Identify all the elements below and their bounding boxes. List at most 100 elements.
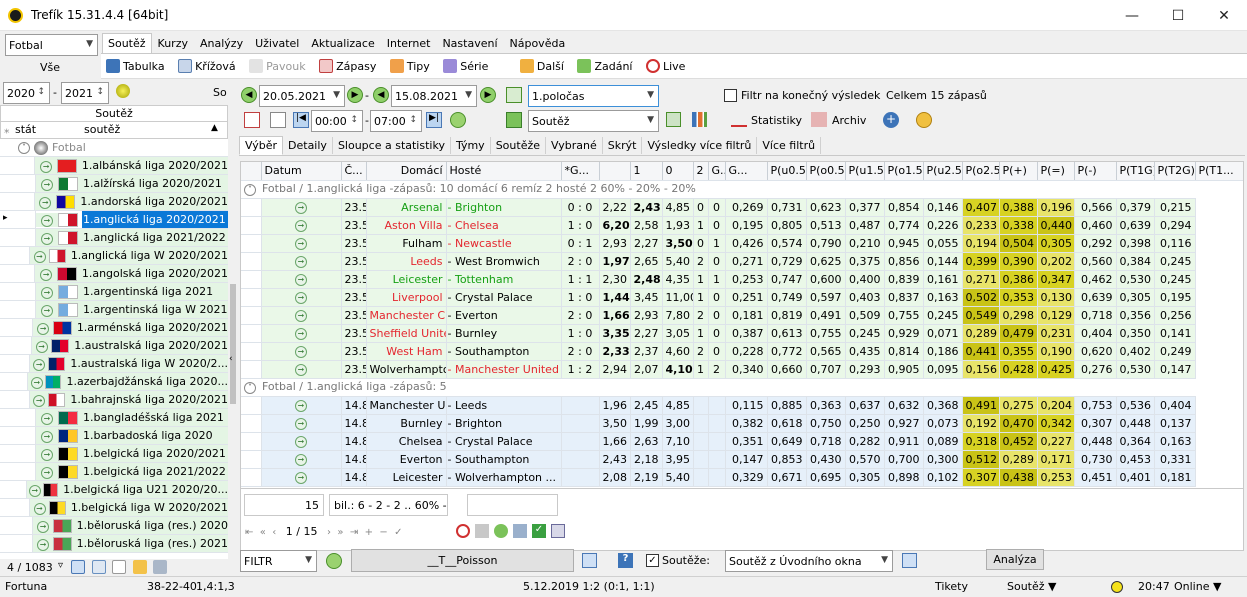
collapse-icon[interactable]: ˅ [244, 382, 256, 394]
status-bookmaker[interactable]: Fortuna [5, 580, 47, 593]
column-header[interactable]: P(u0.5) [767, 162, 807, 181]
close-button[interactable]: ✕ [1201, 0, 1247, 31]
next-date2-button[interactable]: ▶ [480, 87, 496, 103]
league-row[interactable]: ➞ 1.argentinská liga W 2021 [0, 301, 228, 319]
collapse-icon[interactable]: ˅ [244, 184, 256, 196]
tab-souteze[interactable]: Soutěže [491, 137, 547, 154]
league-status-icon[interactable]: ➞ [41, 214, 53, 227]
confirm-filter-icon[interactable] [326, 553, 342, 569]
league-status-icon[interactable]: ➞ [33, 502, 46, 515]
year-from-spinner[interactable]: 2020 ↕ [3, 82, 50, 104]
souteze-checkbox[interactable]: ✓ [646, 554, 659, 567]
league-row[interactable]: ➞ 1.australská liga W 2020/2... [0, 355, 228, 373]
next-page-icon[interactable]: » [337, 527, 343, 538]
column-header[interactable]: P(o0.5) [806, 162, 846, 181]
sport-select[interactable]: Fotbal ▼ [5, 34, 98, 56]
league-row[interactable]: ➞ 1.belgická liga 2020/2021 [0, 445, 228, 463]
league-row[interactable]: ➞ 1.běloruská liga (res.) 2020 [0, 517, 228, 535]
poisson-button[interactable]: __T__Poisson [351, 549, 574, 572]
match-row[interactable]: ➞ 23.5.21 17:00Leeds- West Bromwich 2 : 01… [241, 252, 1243, 271]
league-row[interactable]: ➞ 1.bahrajnská liga 2020/2021 [0, 391, 228, 409]
league-status-icon[interactable]: ➞ [41, 178, 53, 191]
league-row[interactable]: ➞ 1.australská liga 2020/2021 [0, 337, 228, 355]
statistics-button[interactable]: Statistiky [751, 114, 802, 127]
dalsi-button[interactable]: Další [519, 59, 564, 73]
money-icon[interactable] [506, 112, 522, 128]
match-row[interactable]: ➞ 14.8.21 16:00Chelsea- Crystal Palace 1,6… [241, 432, 1243, 451]
menu-napoveda[interactable]: Nápověda [504, 33, 572, 54]
league-row[interactable]: ➞ 1.barbadoská liga 2020 [0, 427, 228, 445]
last-page-icon[interactable]: ⇥ [350, 527, 358, 538]
next-date-button[interactable]: ▶ [347, 87, 363, 103]
insert2-icon[interactable] [902, 553, 917, 568]
calendar-icon[interactable] [244, 112, 260, 128]
league-status-icon[interactable]: ➞ [33, 250, 46, 263]
column-soutez[interactable]: soutěž [84, 123, 120, 136]
ok-icon[interactable]: ✓ [532, 524, 546, 538]
league-row[interactable]: ➞ 1.alžírská liga 2020/2021 [0, 175, 228, 193]
league-row[interactable]: ➞ 1.andorská liga 2020/2021 [0, 193, 228, 211]
menu-nastaveni[interactable]: Nastavení [436, 33, 503, 54]
time-from-spinner[interactable]: 00:00 ↕ [311, 110, 363, 132]
table-search-icon[interactable] [551, 524, 565, 538]
league-status-icon[interactable]: ➞ [37, 538, 50, 551]
tipy-button[interactable]: Tipy [389, 59, 430, 73]
help-icon[interactable]: ? [618, 553, 633, 568]
bar-chart-icon[interactable] [692, 112, 707, 127]
column-header[interactable]: P(u1.5) [845, 162, 885, 181]
column-header[interactable]: G... [725, 162, 768, 181]
next-icon[interactable]: › [327, 527, 331, 538]
period-select[interactable]: 1.poločas ▼ [528, 85, 659, 107]
match-status-icon[interactable]: ➞ [295, 274, 307, 286]
add-row-icon[interactable]: + [365, 527, 373, 538]
group-row[interactable]: ˅ Fotbal / 1.anglická liga -zápasů: 5 [241, 378, 1243, 397]
tabulka-button[interactable]: Tabulka [106, 59, 165, 73]
zapasy-button[interactable]: Zápasy [319, 59, 376, 73]
tab-tymy[interactable]: Týmy [451, 137, 491, 154]
league-status-icon[interactable]: ➞ [30, 376, 43, 389]
prev-page-icon[interactable]: « [260, 527, 266, 538]
add-list-icon[interactable] [92, 560, 106, 574]
collapse-panel-icon[interactable]: ‹ [229, 354, 233, 364]
status-online[interactable]: Online ▼ [1174, 580, 1221, 593]
match-status-icon[interactable]: ➞ [295, 436, 307, 448]
match-row[interactable]: ➞ 14.8.21 16:00Burnley- Brighton 3,501,993… [241, 414, 1243, 433]
soutez-source-select[interactable]: Soutěž z Úvodního okna ▼ [725, 550, 893, 572]
tab-vice-filtru[interactable]: Více filtrů [757, 137, 822, 154]
league-status-icon[interactable]: ➞ [40, 268, 53, 281]
league-row[interactable]: ➞ 1.azerbajdžánská liga 2020... [0, 373, 228, 391]
match-status-icon[interactable]: ➞ [295, 328, 307, 340]
column-header[interactable]: Hosté [446, 162, 562, 181]
league-status-icon[interactable]: ➞ [41, 304, 53, 317]
coins-icon[interactable] [916, 112, 932, 128]
column-header[interactable]: 1 [630, 162, 663, 181]
menu-kurzy[interactable]: Kurzy [152, 33, 194, 54]
tree-root[interactable]: ˅ Fotbal [0, 139, 228, 157]
match-status-icon[interactable]: ➞ [295, 220, 307, 232]
archive-button[interactable]: Archiv [832, 114, 866, 127]
league-row[interactable]: ➞ 1.anglická liga W 2020/2021 [0, 247, 228, 265]
analyza-button[interactable]: Analýza [986, 549, 1044, 570]
minimize-button[interactable]: — [1109, 0, 1155, 31]
check-row-icon[interactable]: ✓ [394, 527, 402, 538]
status-tikety[interactable]: Tikety [935, 580, 968, 593]
date-to-picker[interactable]: 15.08.2021 ▼ [391, 85, 477, 107]
league-status-icon[interactable]: ➞ [41, 448, 53, 461]
match-row[interactable]: ➞ 23.5.21 17:00Arsenal- Brighton 0 : 02,22… [241, 198, 1243, 217]
column-header[interactable]: Č... [341, 162, 367, 181]
filter-icon[interactable]: ▿ [58, 560, 63, 571]
maximize-button[interactable]: ☐ [1155, 0, 1201, 31]
league-status-icon[interactable]: ➞ [37, 520, 50, 533]
match-row[interactable]: ➞ 23.5.21 17:00Sheffield United- Burnley 1… [241, 324, 1243, 343]
last-icon[interactable]: ▶| [426, 112, 442, 128]
league-row[interactable]: ➞ 1.arménská liga 2020/2021 [0, 319, 228, 337]
match-status-icon[interactable]: ➞ [295, 310, 307, 322]
tools-icon[interactable] [153, 560, 167, 574]
left-scrollbar[interactable]: ‹ [229, 139, 237, 559]
live-button[interactable]: Live [645, 59, 685, 73]
edit-icon[interactable] [133, 560, 147, 574]
match-row[interactable]: ➞ 14.8.21 13:30Manchester United- Leeds 1,… [241, 396, 1243, 415]
settings-icon[interactable] [513, 524, 527, 538]
column-stat[interactable]: stát [15, 123, 36, 136]
apply-icon[interactable] [506, 87, 522, 103]
